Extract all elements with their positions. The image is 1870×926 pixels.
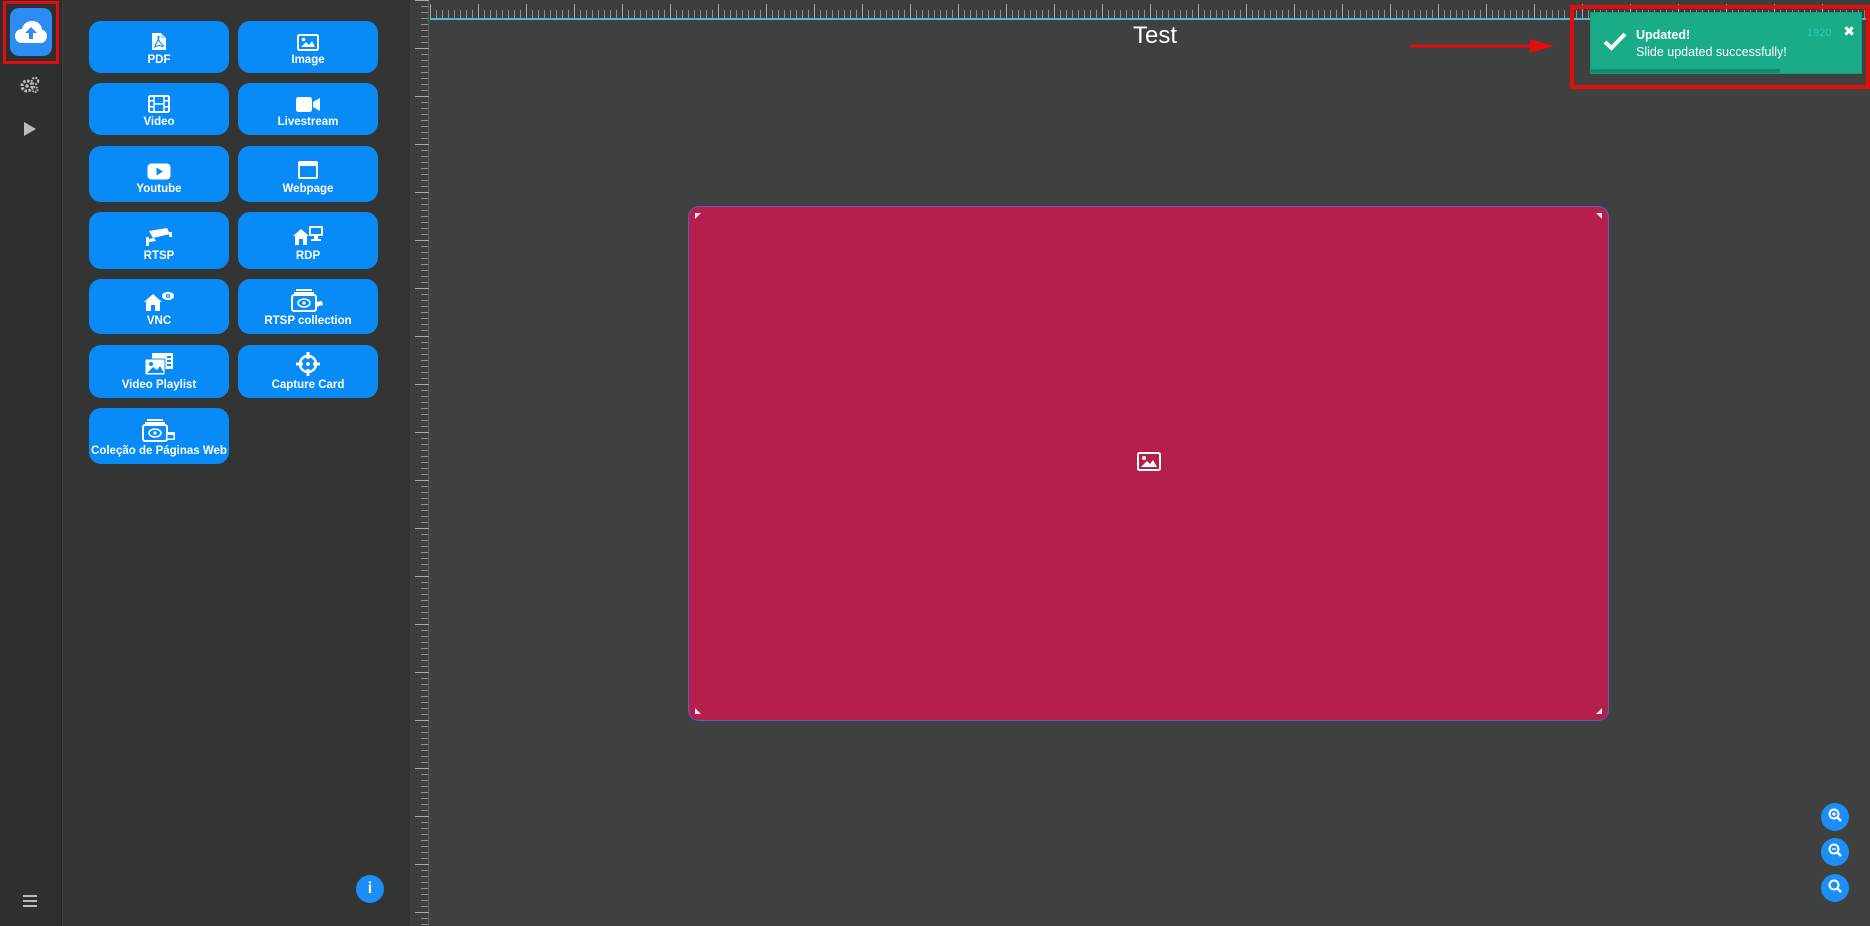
info-label: i <box>367 880 373 897</box>
resize-handle-bottom-left[interactable] <box>695 708 701 714</box>
tile-label: RDP <box>295 250 321 262</box>
tile-webpage-collection[interactable]: Coleção de Páginas Web <box>89 408 229 464</box>
tile-label: Image <box>291 54 325 66</box>
toast-title: Updated! <box>1636 28 1691 42</box>
tile-rtsp-collection[interactable]: RTSP collection <box>238 279 378 334</box>
slide-title[interactable]: Test <box>1090 22 1220 50</box>
tile-video[interactable]: Video <box>89 83 229 135</box>
vertical-ruler-major-ticks <box>411 0 429 926</box>
play-icon[interactable] <box>19 118 41 140</box>
browser-window-icon <box>297 160 319 180</box>
tile-label: Livestream <box>277 116 339 128</box>
camera-collection-icon <box>291 288 325 312</box>
tile-label: Video <box>143 116 175 128</box>
remote-desktop-icon <box>292 225 324 247</box>
tile-label: RTSP collection <box>264 315 352 327</box>
hamburger-icon[interactable] <box>19 890 41 912</box>
webpage-collection-icon <box>142 418 176 442</box>
search-icon <box>1828 879 1842 898</box>
info-button[interactable]: i <box>356 875 384 903</box>
tile-webpage[interactable]: Webpage <box>238 146 378 202</box>
tile-livestream[interactable]: Livestream <box>238 83 378 135</box>
toast-message: Slide updated successfully! <box>1636 45 1787 59</box>
slide-image-widget[interactable] <box>688 206 1609 721</box>
video-playlist-icon <box>144 352 174 376</box>
video-camera-icon <box>295 96 321 113</box>
tile-pdf[interactable]: PDF <box>89 21 229 73</box>
film-icon <box>148 95 170 113</box>
toast-progress-bar <box>1591 69 1780 73</box>
zoom-reset-button[interactable] <box>1821 874 1849 902</box>
tile-image[interactable]: Image <box>238 21 378 73</box>
tile-label: Video Playlist <box>121 379 197 391</box>
tile-label: Youtube <box>136 183 182 195</box>
tile-capture-card[interactable]: Capture Card <box>238 345 378 398</box>
tile-vnc[interactable]: VNC <box>89 279 229 334</box>
cloud-upload-icon <box>10 8 52 56</box>
resize-handle-top-right[interactable] <box>1596 213 1602 219</box>
tile-label: Capture Card <box>271 379 345 391</box>
tile-label: VNC <box>146 315 172 327</box>
remote-view-icon <box>143 290 175 312</box>
toast-background-text: 1920 <box>1807 27 1832 39</box>
widget-panel: PDF Image Video Livestream Youtube Webpa… <box>63 0 410 926</box>
tile-video-playlist[interactable]: Video Playlist <box>89 345 229 398</box>
resize-handle-top-left[interactable] <box>695 213 701 219</box>
tile-label: Coleção de Páginas Web <box>91 445 227 457</box>
youtube-icon <box>147 163 171 180</box>
toast-close-button[interactable]: ✖ <box>1843 23 1855 40</box>
tile-label: Webpage <box>282 183 334 195</box>
image-icon <box>1136 451 1161 476</box>
upload-button[interactable] <box>3 1 59 64</box>
tile-rtsp[interactable]: RTSP <box>89 212 229 269</box>
checkmark-icon <box>1603 31 1627 56</box>
zoom-out-icon <box>1828 843 1842 862</box>
icon-rail <box>0 0 62 926</box>
zoom-in-icon <box>1828 808 1842 827</box>
image-icon <box>297 34 319 51</box>
tile-label: PDF <box>147 54 171 66</box>
success-toast[interactable]: Updated! Slide updated successfully! 192… <box>1590 12 1862 74</box>
tile-label: RTSP <box>143 250 175 262</box>
pdf-file-icon <box>151 32 167 51</box>
crosshairs-icon <box>296 352 320 376</box>
zoom-in-button[interactable] <box>1821 803 1849 831</box>
zoom-out-button[interactable] <box>1821 838 1849 866</box>
security-camera-icon <box>145 227 173 247</box>
tile-youtube[interactable]: Youtube <box>89 146 229 202</box>
tile-rdp[interactable]: RDP <box>238 212 378 269</box>
annotation-arrow <box>1410 38 1555 59</box>
gears-icon[interactable] <box>19 74 41 96</box>
resize-handle-bottom-right[interactable] <box>1596 708 1602 714</box>
